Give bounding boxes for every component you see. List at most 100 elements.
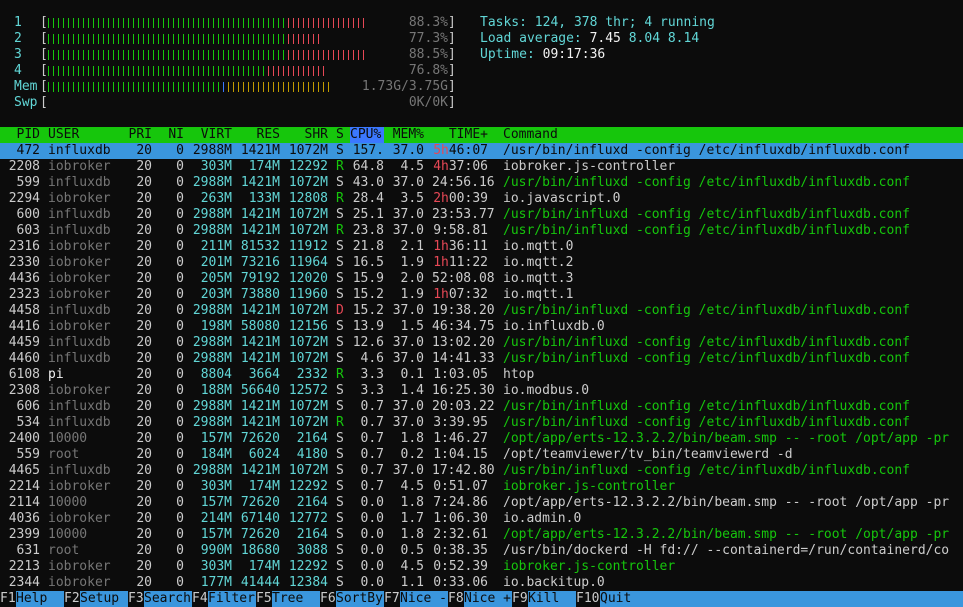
process-row[interactable]: 631 root 20 0 990M 18680 3088 S 0.0 0.5 0:38.35/us… bbox=[0, 543, 963, 559]
fkey-label-quit[interactable]: Quit bbox=[600, 591, 632, 607]
fkey-f1[interactable]: F1 bbox=[0, 591, 16, 607]
col-state[interactable]: S bbox=[336, 127, 344, 143]
proc-pri: 20 bbox=[136, 255, 152, 270]
process-row[interactable]: 2214 iobroker 20 0 303M 174M 12292 S 0.7 4.5 0:51.… bbox=[0, 479, 963, 495]
proc-mem: 37.0 bbox=[392, 303, 424, 318]
fkey-label-tree[interactable]: Tree bbox=[272, 591, 320, 607]
process-row[interactable]: 2208 iobroker 20 0 303M 174M 12292 R 64.8 4.5 4h37… bbox=[0, 159, 963, 175]
process-row[interactable]: 2323 iobroker 20 0 203M 73880 11960 S 15.2 1.9 1h0… bbox=[0, 287, 963, 303]
meter-segment bbox=[288, 15, 368, 31]
process-row[interactable]: 472 influxdb 20 0 2988M 1421M 1072M S 157. 37.0 5h… bbox=[0, 143, 963, 159]
col-pri[interactable]: PRI bbox=[120, 127, 152, 143]
process-row[interactable]: 6108 pi 20 0 8804 3664 2332 R 3.3 0.1 1:03.05 htop bbox=[0, 367, 963, 383]
col-cpu-sorted[interactable]: CPU% bbox=[350, 127, 384, 143]
col-command[interactable]: Command bbox=[503, 127, 583, 143]
process-table-header: PID USER PRI NI VIRT RES SHR S CPU% MEM%… bbox=[0, 127, 963, 143]
proc-shr: 11960 bbox=[288, 287, 328, 302]
process-row[interactable]: 4036 iobroker 20 0 214M 67140 12772 S 0.0 1.7 1:06… bbox=[0, 511, 963, 527]
proc-res: 79192 bbox=[240, 271, 280, 286]
col-pid[interactable]: PID bbox=[0, 127, 40, 143]
fkey-label-help[interactable]: Help bbox=[16, 591, 64, 607]
proc-s: S bbox=[336, 399, 344, 414]
proc-virt: 2988M bbox=[192, 175, 232, 190]
process-row[interactable]: 2213 iobroker 20 0 303M 174M 12292 S 0.0 4.5 0:52.… bbox=[0, 559, 963, 575]
fkey-f2[interactable]: F2 bbox=[64, 591, 80, 607]
process-row[interactable]: 606 influxdb 20 0 2988M 1421M 1072M S 0.7 37.0 20:… bbox=[0, 399, 963, 415]
process-row[interactable]: 4459 influxdb 20 0 2988M 1421M 1072M S 12.6 37.0 1… bbox=[0, 335, 963, 351]
proc-s: S bbox=[336, 447, 344, 462]
meter-bracket-left: [ bbox=[40, 79, 48, 94]
process-row[interactable]: 2316 iobroker 20 0 211M 81532 11912 S 21.8 2.1 1h3… bbox=[0, 239, 963, 255]
col-user[interactable]: USER bbox=[48, 127, 120, 143]
process-row[interactable]: 599 influxdb 20 0 2988M 1421M 1072M S 43.0 37.0 24… bbox=[0, 175, 963, 191]
proc-command: io.mqtt.1 bbox=[503, 287, 574, 302]
process-row[interactable]: 4436 iobroker 20 0 205M 79192 12020 S 15.9 2.0 52:… bbox=[0, 271, 963, 287]
process-row[interactable]: 2400 10000 20 0 157M 72620 2164 S 0.7 1.8 1:46.27 /… bbox=[0, 431, 963, 447]
proc-virt: 177M bbox=[200, 575, 232, 590]
proc-time: 4h37:06 bbox=[432, 159, 488, 175]
fkey-f5[interactable]: F5 bbox=[256, 591, 272, 607]
meter-segment bbox=[228, 79, 333, 95]
proc-pri: 20 bbox=[136, 415, 152, 430]
proc-pid: 2344 bbox=[8, 575, 40, 590]
process-row[interactable]: 4416 iobroker 20 0 198M 58080 12156 S 13.9 1.5 46:… bbox=[0, 319, 963, 335]
proc-time: 0:52.39 bbox=[433, 559, 488, 574]
fkey-f3[interactable]: F3 bbox=[128, 591, 144, 607]
proc-user: influxdb bbox=[48, 143, 111, 158]
process-row[interactable]: 2399 10000 20 0 157M 72620 2164 S 0.0 1.8 2:32.61 /… bbox=[0, 527, 963, 543]
col-time[interactable]: TIME+ bbox=[432, 127, 488, 143]
fkey-label-setup[interactable]: Setup bbox=[80, 591, 128, 607]
proc-cpu: 25.1 bbox=[352, 207, 384, 222]
proc-ni: 0 bbox=[176, 559, 184, 574]
process-row[interactable]: 4458 influxdb 20 0 2988M 1421M 1072M D 15.2 37.0 1… bbox=[0, 303, 963, 319]
proc-command: /usr/bin/influxd -config /etc/influxdb/i… bbox=[503, 399, 910, 414]
proc-res: 1421M bbox=[240, 399, 280, 414]
process-row[interactable]: 603 influxdb 20 0 2988M 1421M 1072M R 23.8 37.0 9:… bbox=[0, 223, 963, 239]
fkey-f4[interactable]: F4 bbox=[192, 591, 208, 607]
process-row[interactable]: 4460 influxdb 20 0 2988M 1421M 1072M S 4.6 37.0 14… bbox=[0, 351, 963, 367]
col-ni[interactable]: NI bbox=[160, 127, 184, 143]
fkey-f10[interactable]: F10 bbox=[576, 591, 600, 607]
proc-time: 1:06.30 bbox=[433, 511, 488, 526]
proc-ni: 0 bbox=[176, 415, 184, 430]
uptime-value: 09:17:36 bbox=[542, 47, 606, 62]
load-average-line: Load average: 7.45 8.04 8.14 bbox=[480, 31, 700, 46]
proc-ni: 0 bbox=[176, 191, 184, 206]
fkey-label-sortby[interactable]: SortBy bbox=[336, 591, 384, 607]
process-row[interactable]: 2114 10000 20 0 157M 72620 2164 S 0.0 1.8 7:24.86 /… bbox=[0, 495, 963, 511]
fkey-label-search[interactable]: Search bbox=[144, 591, 192, 607]
proc-virt: 211M bbox=[200, 239, 232, 254]
proc-command: /usr/bin/influxd -config /etc/influxdb/i… bbox=[503, 175, 910, 190]
col-mem[interactable]: MEM% bbox=[384, 127, 424, 143]
process-row[interactable]: 600 influxdb 20 0 2988M 1421M 1072M S 25.1 37.0 23… bbox=[0, 207, 963, 223]
process-row[interactable]: 2330 iobroker 20 0 201M 73216 11964 S 16.5 1.9 1h1… bbox=[0, 255, 963, 271]
process-row[interactable]: 534 influxdb 20 0 2988M 1421M 1072M R 0.7 37.0 3:3… bbox=[0, 415, 963, 431]
process-row[interactable]: 4465 influxdb 20 0 2988M 1421M 1072M S 0.7 37.0 17… bbox=[0, 463, 963, 479]
fkey-label-kill[interactable]: Kill bbox=[528, 591, 576, 607]
proc-pid: 559 bbox=[16, 447, 40, 462]
fkey-f7[interactable]: F7 bbox=[384, 591, 400, 607]
proc-shr: 12292 bbox=[288, 159, 328, 174]
col-shr[interactable]: SHR bbox=[288, 127, 328, 143]
fkey-f6[interactable]: F6 bbox=[320, 591, 336, 607]
col-res[interactable]: RES bbox=[240, 127, 280, 143]
proc-mem: 0.2 bbox=[400, 447, 424, 462]
proc-time-rest: 36:11 bbox=[448, 239, 488, 254]
process-row[interactable]: 2308 iobroker 20 0 188M 56640 12572 S 3.3 1.4 16:2… bbox=[0, 383, 963, 399]
meter-value: 88.5% bbox=[408, 47, 448, 62]
fkey-label-nice[interactable]: Nice + bbox=[464, 591, 512, 607]
fkey-f9[interactable]: F9 bbox=[512, 591, 528, 607]
process-row[interactable]: 559 root 20 0 184M 6024 4180 S 0.7 0.2 1:04.15/opt… bbox=[0, 447, 963, 463]
fkey-label-filter[interactable]: Filter bbox=[208, 591, 256, 607]
proc-mem: 37.0 bbox=[392, 175, 424, 190]
col-virt[interactable]: VIRT bbox=[192, 127, 232, 143]
proc-time: 24:56.16 bbox=[432, 175, 495, 190]
process-row[interactable]: 2344 iobroker 20 0 177M 41444 12384 S 0.0 1.1 0:33… bbox=[0, 575, 963, 591]
fkey-label-nice[interactable]: Nice - bbox=[400, 591, 448, 607]
proc-time: 5h46:07 bbox=[432, 143, 488, 159]
proc-pid: 4436 bbox=[8, 271, 40, 286]
process-row[interactable]: 2294 iobroker 20 0 263M 133M 12808 R 28.4 3.5 2h00… bbox=[0, 191, 963, 207]
fkey-f8[interactable]: F8 bbox=[448, 591, 464, 607]
proc-ni: 0 bbox=[176, 239, 184, 254]
proc-pri: 20 bbox=[136, 495, 152, 510]
